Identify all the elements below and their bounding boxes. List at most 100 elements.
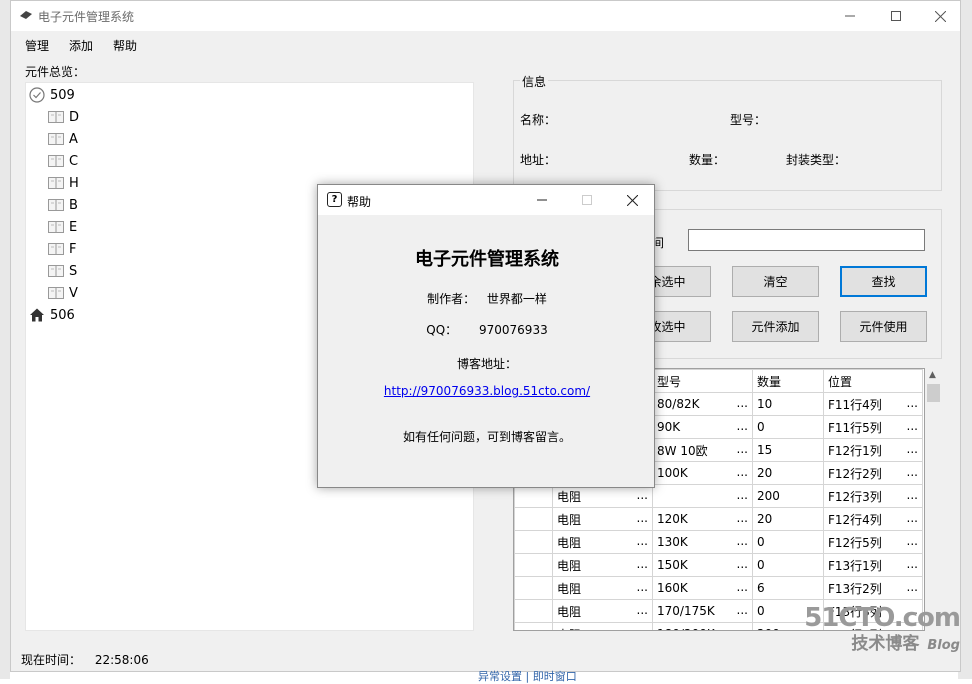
cell-ellipsis-button[interactable]: ...: [637, 580, 648, 594]
close-button[interactable]: [917, 1, 963, 31]
cell-ellipsis-button[interactable]: ...: [907, 442, 918, 456]
table-cell[interactable]: [514, 576, 553, 600]
tree-node-child[interactable]: S: [48, 260, 77, 282]
search-input[interactable]: [688, 229, 925, 251]
scroll-thumb[interactable]: [927, 384, 940, 402]
cell-ellipsis-button[interactable]: ...: [637, 488, 648, 502]
cell-ellipsis-button[interactable]: ...: [737, 465, 748, 479]
table-cell[interactable]: F12行4列...: [823, 507, 923, 531]
tree-node-child[interactable]: C: [48, 150, 78, 172]
table-cell[interactable]: 电阻...: [552, 530, 653, 554]
cell-ellipsis-button[interactable]: ...: [907, 465, 918, 479]
cell-ellipsis-button[interactable]: ...: [737, 626, 748, 630]
tree-node-child[interactable]: H: [48, 172, 79, 194]
menu-help[interactable]: 帮助: [103, 35, 147, 55]
cell-ellipsis-button[interactable]: ...: [737, 442, 748, 456]
table-cell[interactable]: [514, 553, 553, 577]
table-cell[interactable]: F13行2列...: [823, 576, 923, 600]
table-cell[interactable]: 170/175K...: [652, 599, 753, 623]
table-row[interactable]: 电阻... 150K... 0 F13行1列...: [514, 553, 923, 577]
table-cell[interactable]: 80/82K...: [652, 392, 753, 416]
cell-ellipsis-button[interactable]: ...: [907, 534, 918, 548]
cell-ellipsis-button[interactable]: ...: [907, 419, 918, 433]
grid-scrollbar[interactable]: ▲: [925, 368, 942, 631]
tree-node-child[interactable]: V: [48, 282, 78, 304]
table-cell[interactable]: 160K...: [652, 576, 753, 600]
table-cell[interactable]: 150K...: [652, 553, 753, 577]
table-cell[interactable]: 10: [752, 392, 824, 416]
table-cell[interactable]: F12行5列...: [823, 530, 923, 554]
table-cell[interactable]: 电阻...: [552, 576, 653, 600]
table-cell[interactable]: 电阻...: [552, 553, 653, 577]
cell-ellipsis-button[interactable]: ...: [907, 396, 918, 410]
help-dialog-titlebar[interactable]: ? 帮助: [318, 185, 654, 215]
grid-header-cell[interactable]: 数量: [752, 369, 824, 393]
table-cell[interactable]: [514, 507, 553, 531]
table-cell[interactable]: F11行5列...: [823, 415, 923, 439]
table-cell[interactable]: 100K...: [652, 461, 753, 485]
table-cell[interactable]: F12行3列...: [823, 484, 923, 508]
menu-add[interactable]: 添加: [59, 35, 103, 55]
cell-ellipsis-button[interactable]: ...: [737, 396, 748, 410]
tree-node-root-506[interactable]: 506: [29, 304, 75, 326]
cell-ellipsis-button[interactable]: ...: [637, 557, 648, 571]
table-cell[interactable]: 15: [752, 438, 824, 462]
table-row[interactable]: 电阻... 160K... 6 F13行2列...: [514, 576, 923, 600]
cell-ellipsis-button[interactable]: ...: [737, 603, 748, 617]
cell-ellipsis-button[interactable]: ...: [637, 603, 648, 617]
tree-node-child[interactable]: B: [48, 194, 78, 216]
minimize-button[interactable]: [827, 1, 873, 31]
cell-ellipsis-button[interactable]: ...: [637, 626, 648, 630]
tree-node-child[interactable]: F: [48, 238, 76, 260]
clear-button[interactable]: 清空: [732, 266, 819, 297]
cell-ellipsis-button[interactable]: ...: [737, 557, 748, 571]
table-cell[interactable]: F12行2列...: [823, 461, 923, 485]
table-cell[interactable]: 90K...: [652, 415, 753, 439]
cell-ellipsis-button[interactable]: ...: [907, 488, 918, 502]
cell-ellipsis-button[interactable]: ...: [907, 557, 918, 571]
find-button[interactable]: 查找: [840, 266, 927, 297]
table-cell[interactable]: 200: [752, 484, 824, 508]
table-cell[interactable]: 130K...: [652, 530, 753, 554]
table-cell[interactable]: [514, 530, 553, 554]
table-cell[interactable]: [514, 622, 553, 630]
table-cell[interactable]: 电阻...: [552, 599, 653, 623]
grid-header-cell[interactable]: 位置: [823, 369, 923, 393]
cell-ellipsis-button[interactable]: ...: [907, 511, 918, 525]
tree-node-root-509[interactable]: 509: [29, 84, 75, 106]
table-row[interactable]: 电阻... 130K... 0 F12行5列...: [514, 530, 923, 554]
use-component-button[interactable]: 元件使用: [840, 311, 927, 342]
table-cell[interactable]: 0: [752, 415, 824, 439]
cell-ellipsis-button[interactable]: ...: [637, 534, 648, 548]
title-bar[interactable]: 电子元件管理系统: [11, 1, 960, 31]
cell-ellipsis-button[interactable]: ...: [737, 488, 748, 502]
table-cell[interactable]: F11行4列...: [823, 392, 923, 416]
tree-node-child[interactable]: E: [48, 216, 77, 238]
table-cell[interactable]: F12行1列...: [823, 438, 923, 462]
cell-ellipsis-button[interactable]: ...: [907, 580, 918, 594]
tree-node-child[interactable]: D: [48, 106, 79, 128]
menu-manage[interactable]: 管理: [11, 35, 59, 55]
grid-header-cell[interactable]: 型号: [652, 369, 753, 393]
table-cell[interactable]: 180/200K...: [652, 622, 753, 630]
cell-ellipsis-button[interactable]: ...: [737, 580, 748, 594]
table-cell[interactable]: 电阻...: [552, 507, 653, 531]
table-cell[interactable]: 8W 10欧...: [652, 438, 753, 462]
scroll-up-icon[interactable]: ▲: [929, 370, 936, 380]
table-cell[interactable]: [514, 599, 553, 623]
add-component-button[interactable]: 元件添加: [732, 311, 819, 342]
cell-ellipsis-button[interactable]: ...: [737, 511, 748, 525]
cell-ellipsis-button[interactable]: ...: [737, 534, 748, 548]
tree-node-child[interactable]: A: [48, 128, 78, 150]
table-cell[interactable]: 0: [752, 553, 824, 577]
table-cell[interactable]: ...: [652, 484, 753, 508]
table-cell[interactable]: 电阻...: [552, 622, 653, 630]
table-cell[interactable]: 6: [752, 576, 824, 600]
table-cell[interactable]: 20: [752, 507, 824, 531]
table-cell[interactable]: 120K...: [652, 507, 753, 531]
blog-link[interactable]: http://970076933.blog.51cto.com/: [384, 384, 590, 398]
cell-ellipsis-button[interactable]: ...: [737, 419, 748, 433]
dialog-minimize-button[interactable]: [519, 185, 565, 215]
table-cell[interactable]: 0: [752, 530, 824, 554]
table-cell[interactable]: 20: [752, 461, 824, 485]
